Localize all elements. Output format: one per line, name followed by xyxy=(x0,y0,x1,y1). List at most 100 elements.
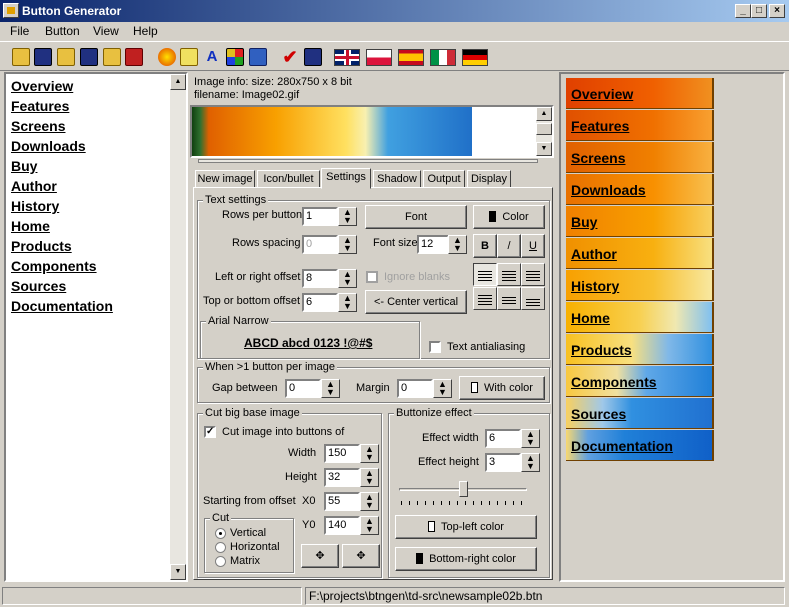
margin-spinner[interactable]: ▲ ▼ xyxy=(433,379,452,398)
preview-button-home[interactable]: Home xyxy=(566,302,714,333)
nav-scrollbar[interactable]: ▲ ▼ xyxy=(170,74,186,580)
move-left-button[interactable]: ✥ xyxy=(301,544,339,568)
cut-width-spinner[interactable]: ▲ ▼ xyxy=(360,444,379,463)
nav-link-buy[interactable]: Buy xyxy=(11,158,37,174)
align-top-left-button[interactable] xyxy=(473,263,497,286)
cut-height-input[interactable]: 32 xyxy=(324,468,360,487)
cut-width-input[interactable]: 150 xyxy=(324,444,360,463)
maximize-button[interactable]: □ xyxy=(751,4,767,18)
scroll-up-button[interactable]: ▲ xyxy=(170,74,186,90)
layers-icon[interactable] xyxy=(249,48,267,66)
color-button[interactable]: Color xyxy=(473,205,545,229)
rows-per-button-input[interactable]: 1 xyxy=(302,207,338,226)
nav-link-products[interactable]: Products xyxy=(11,238,72,254)
app-icon[interactable] xyxy=(3,3,19,18)
cut-into-buttons-checkbox[interactable]: ✓ xyxy=(204,426,216,438)
top-bottom-offset-spinner[interactable]: ▲ ▼ xyxy=(338,293,357,312)
effect-height-spinner[interactable]: ▲ ▼ xyxy=(521,453,540,472)
horizontal-radio[interactable] xyxy=(215,542,226,553)
preview-button-author[interactable]: Author xyxy=(566,238,714,269)
align-top-center-button[interactable] xyxy=(497,263,521,286)
tab-settings[interactable]: Settings xyxy=(321,168,371,189)
effect-height-input[interactable]: 3 xyxy=(485,453,521,472)
save-project-icon[interactable] xyxy=(125,48,143,66)
align-bottom-center-button[interactable] xyxy=(497,287,521,310)
x0-spinner[interactable]: ▲ ▼ xyxy=(360,492,379,511)
polish-flag-icon[interactable] xyxy=(366,49,392,66)
save-icon[interactable] xyxy=(34,48,52,66)
check-icon[interactable]: ✔ xyxy=(281,48,299,66)
menu-view[interactable]: View xyxy=(93,24,119,38)
close-button[interactable]: × xyxy=(769,4,785,18)
minimize-button[interactable]: _ xyxy=(735,4,751,18)
preview-button-buy[interactable]: Buy xyxy=(566,206,714,237)
nav-link-sources[interactable]: Sources xyxy=(11,278,66,294)
ignore-blanks-checkbox[interactable] xyxy=(366,271,378,283)
effect-slider-thumb[interactable] xyxy=(459,481,468,497)
grid-icon[interactable] xyxy=(226,48,244,66)
align-bottom-left-button[interactable] xyxy=(473,287,497,310)
open-icon[interactable] xyxy=(57,48,75,66)
bottom-right-color-button[interactable]: Bottom-right color xyxy=(395,547,537,571)
tab-shadow[interactable]: Shadow xyxy=(373,170,421,188)
center-vertical-button[interactable]: <- Center vertical xyxy=(365,290,467,314)
menu-help[interactable]: Help xyxy=(133,24,158,38)
copy-icon[interactable] xyxy=(180,48,198,66)
top-bottom-offset-input[interactable]: 6 xyxy=(302,293,338,312)
matrix-radio[interactable] xyxy=(215,556,226,567)
rows-spacing-spinner[interactable]: ▲ ▼ xyxy=(338,235,357,254)
open-folder-icon[interactable] xyxy=(12,48,30,66)
y0-spinner[interactable]: ▲ ▼ xyxy=(360,516,379,535)
preview-button-sources[interactable]: Sources xyxy=(566,398,714,429)
font-size-spinner[interactable]: ▲ ▼ xyxy=(448,235,467,254)
nav-link-documentation[interactable]: Documentation xyxy=(11,298,113,314)
preview-button-overview[interactable]: Overview xyxy=(566,78,714,109)
italic-button[interactable]: / xyxy=(497,234,521,258)
cut-height-spinner[interactable]: ▲ ▼ xyxy=(360,468,379,487)
preview-button-features[interactable]: Features xyxy=(566,110,714,141)
english-flag-icon[interactable] xyxy=(334,49,360,66)
preview-button-downloads[interactable]: Downloads xyxy=(566,174,714,205)
left-right-offset-input[interactable]: 8 xyxy=(302,269,338,288)
tab-icon-bullet[interactable]: Icon/bullet xyxy=(257,170,320,188)
rows-per-button-spinner[interactable]: ▲ ▼ xyxy=(338,207,357,226)
effect-width-spinner[interactable]: ▲ ▼ xyxy=(521,429,540,448)
nav-link-screens[interactable]: Screens xyxy=(11,118,65,134)
scroll-down-button[interactable]: ▼ xyxy=(170,564,186,580)
preview-scroll-down[interactable]: ▼ xyxy=(536,142,552,156)
nav-link-downloads[interactable]: Downloads xyxy=(11,138,86,154)
top-left-color-button[interactable]: Top-left color xyxy=(395,515,537,539)
rows-spacing-input[interactable]: 0 xyxy=(302,235,338,254)
preview-button-components[interactable]: Components xyxy=(566,366,714,397)
vertical-radio[interactable] xyxy=(215,528,226,539)
gap-between-input[interactable]: 0 xyxy=(285,379,321,398)
nav-link-features[interactable]: Features xyxy=(11,98,69,114)
underline-button[interactable]: U xyxy=(521,234,545,258)
export-icon[interactable] xyxy=(304,48,322,66)
preview-scroll-up[interactable]: ▲ xyxy=(536,107,552,121)
font-button[interactable]: Font xyxy=(365,205,467,229)
gap-between-spinner[interactable]: ▲ ▼ xyxy=(321,379,340,398)
margin-input[interactable]: 0 xyxy=(397,379,433,398)
nav-link-history[interactable]: History xyxy=(11,198,59,214)
move-right-button[interactable]: ✥ xyxy=(342,544,380,568)
preview-button-products[interactable]: Products xyxy=(566,334,714,365)
italian-flag-icon[interactable] xyxy=(430,49,456,66)
align-top-right-button[interactable] xyxy=(521,263,545,286)
font-icon[interactable]: A xyxy=(203,48,221,66)
open-project-icon[interactable] xyxy=(103,48,121,66)
y0-input[interactable]: 140 xyxy=(324,516,360,535)
nav-link-author[interactable]: Author xyxy=(11,178,57,194)
preview-hscroll[interactable] xyxy=(198,159,538,163)
spanish-flag-icon[interactable] xyxy=(398,49,424,66)
german-flag-icon[interactable] xyxy=(462,49,488,66)
save-as-icon[interactable] xyxy=(80,48,98,66)
preview-scrollbar[interactable]: ▲ ▼ xyxy=(536,107,552,156)
preview-button-history[interactable]: History xyxy=(566,270,714,301)
tab-output[interactable]: Output xyxy=(423,170,465,188)
menu-file[interactable]: File xyxy=(10,24,29,38)
font-size-input[interactable]: 12 xyxy=(417,235,449,254)
generate-icon[interactable] xyxy=(158,48,176,66)
nav-link-components[interactable]: Components xyxy=(11,258,97,274)
left-right-offset-spinner[interactable]: ▲ ▼ xyxy=(338,269,357,288)
